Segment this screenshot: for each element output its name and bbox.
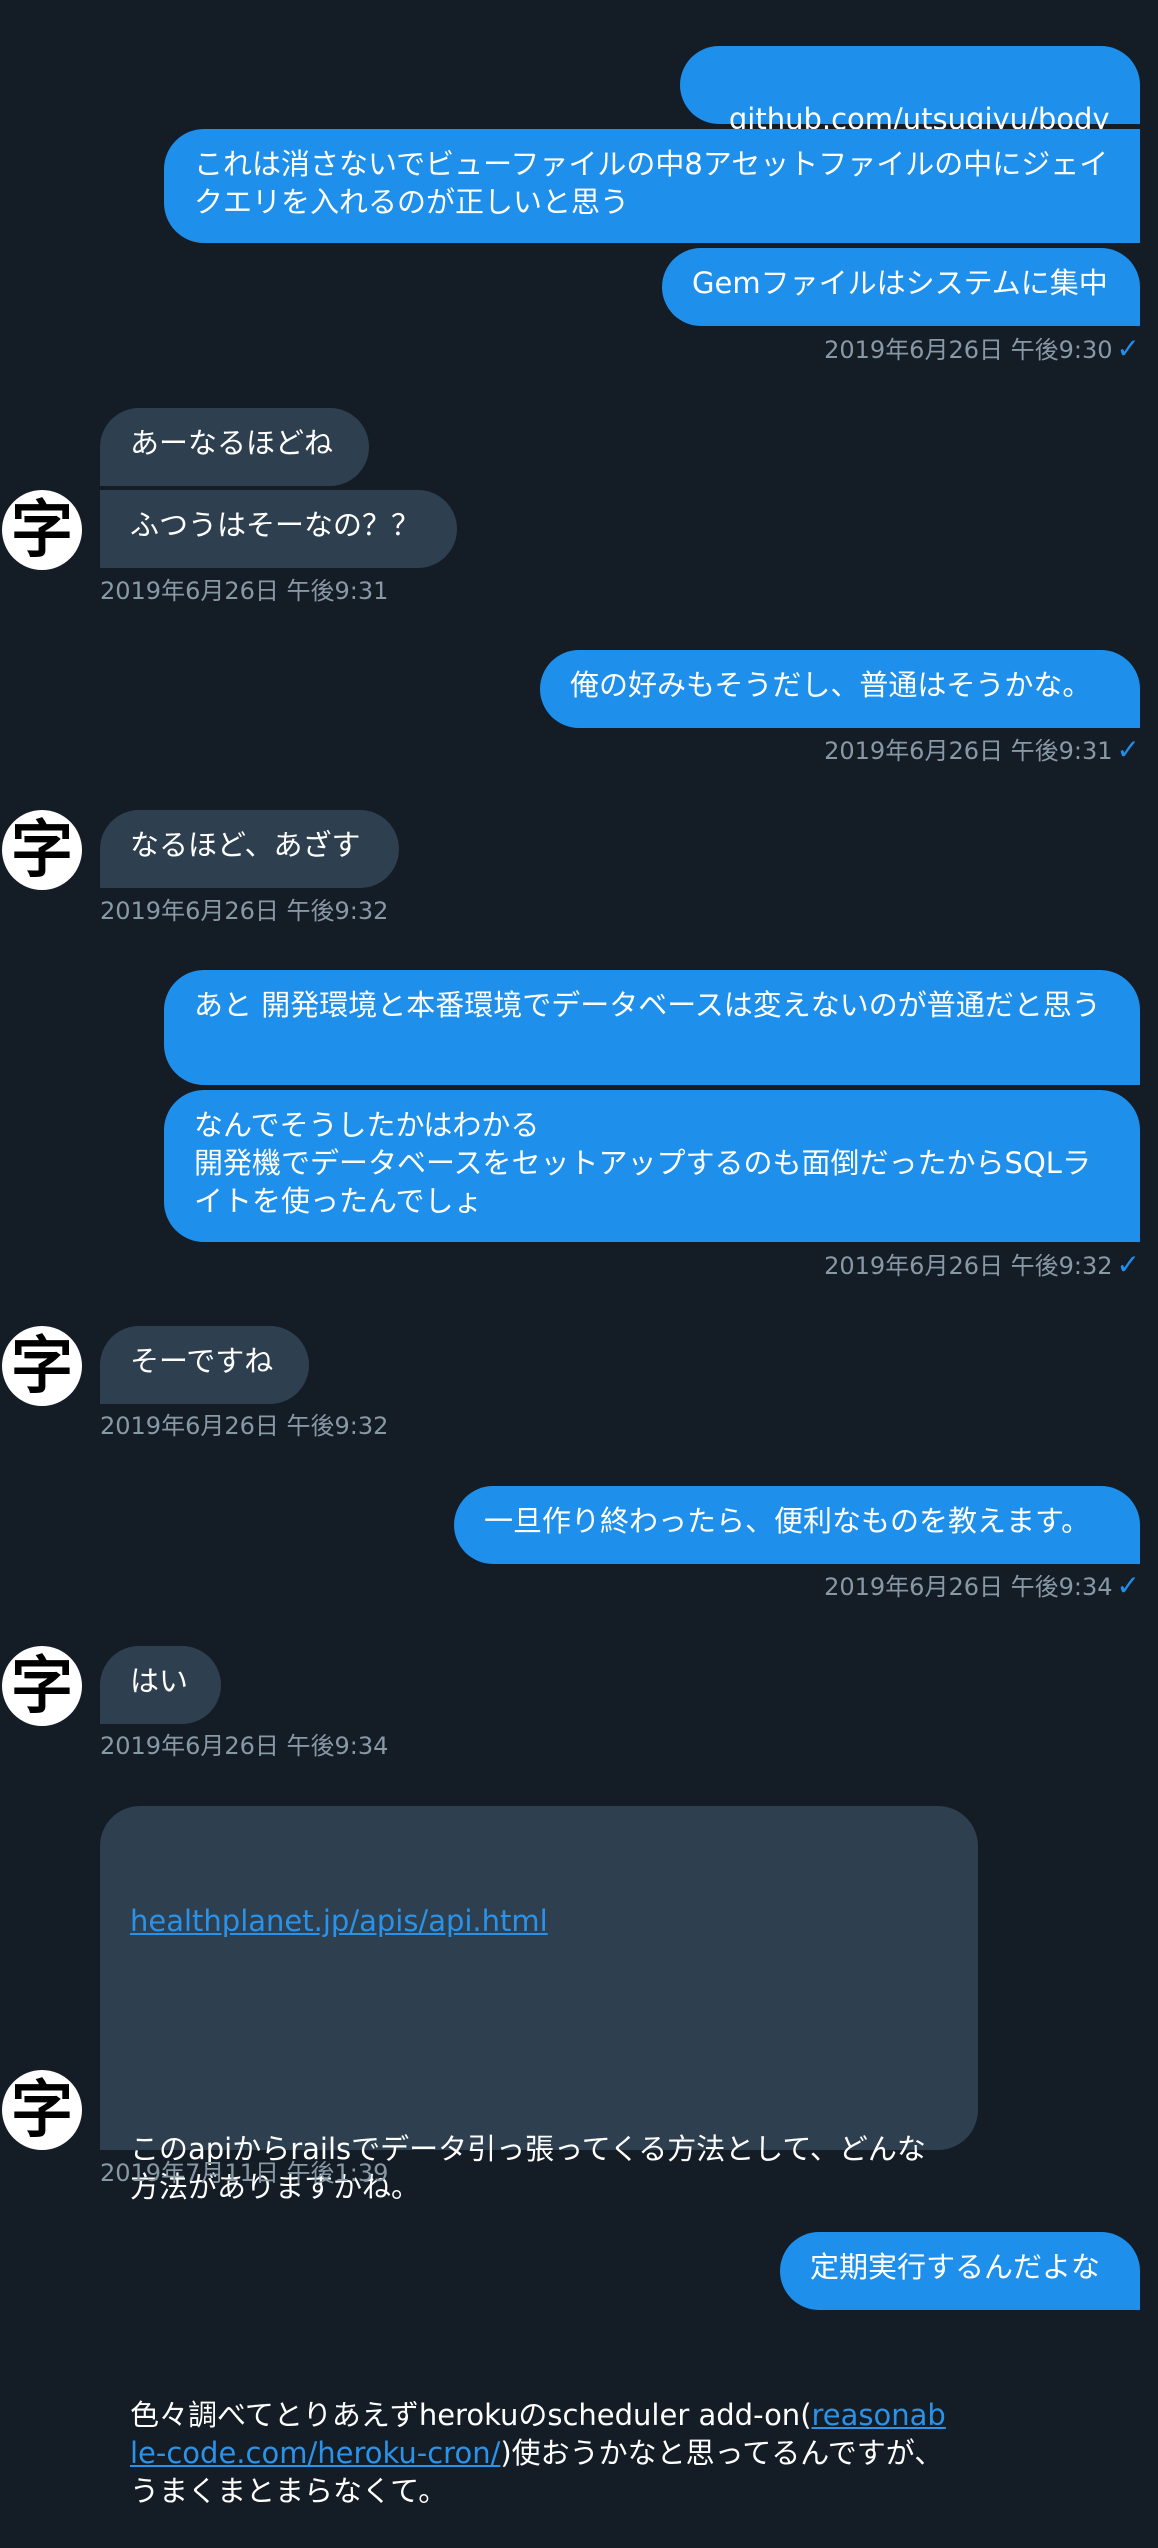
message-bubble-outgoing[interactable]: 一旦作り終わったら、便利なものを教えます。	[454, 1486, 1140, 1564]
message-paragraph: 色々調べてとりあえずherokuのscheduler add-on(reason…	[130, 2396, 948, 2510]
message-bubble-outgoing[interactable]: なんでそうしたかはわかる 開発機でデータベースをセットアップするのも面倒だったか…	[164, 1090, 1140, 1242]
message-bubble-incoming[interactable]: healthplanet.jp/apis/api.html このapiからrai…	[100, 1806, 978, 2508]
message-timestamp: 2019年6月26日 午後9:34	[100, 1732, 389, 1760]
message-timestamp: 2019年6月26日 午後9:32	[100, 1412, 389, 1440]
message-bubble-incoming[interactable]: ふつうはそーなの？？	[100, 490, 457, 568]
avatar[interactable]: 字	[2, 810, 82, 890]
timestamp-text: 2019年6月26日 午後9:31	[824, 737, 1113, 765]
message-timestamp: 2019年6月26日 午後9:32 ✓	[824, 1250, 1140, 1281]
message-timestamp: 2019年6月26日 午後9:30 ✓	[824, 334, 1140, 365]
message-timestamp: 2019年7月11日 午後1:39	[100, 2159, 389, 2187]
read-check-icon: ✓	[1116, 1248, 1140, 1281]
message-timestamp: 2019年6月26日 午後9:34 ✓	[824, 1571, 1140, 1602]
message-bubble-incoming[interactable]: あーなるほどね	[100, 408, 369, 486]
avatar[interactable]: 字	[2, 490, 82, 570]
avatar[interactable]: 字	[2, 2070, 82, 2150]
message-bubble-outgoing[interactable]: あと 開発環境と本番環境でデータベースは変えないのが普通だと思う	[164, 970, 1140, 1085]
paragraph-text: 色々調べてとりあえずherokuのscheduler add-on(	[130, 2398, 812, 2432]
message-bubble-outgoing[interactable]: Gemファイルはシステムに集中	[662, 248, 1140, 326]
timestamp-text: 2019年6月26日 午後9:34	[824, 1573, 1113, 1601]
message-link[interactable]: healthplanet.jp/apis/api.html	[130, 1904, 548, 1938]
message-timestamp: 2019年6月26日 午後9:31 ✓	[824, 735, 1140, 766]
read-check-icon: ✓	[1116, 1569, 1140, 1602]
message-bubble-outgoing[interactable]: 定期実行するんだよな	[780, 2232, 1140, 2310]
message-timestamp: 2019年6月26日 午後9:32	[100, 897, 389, 925]
read-check-icon: ✓	[1116, 332, 1140, 365]
timestamp-text: 2019年6月26日 午後9:32	[824, 1252, 1113, 1280]
message-bubble-incoming[interactable]: はい	[100, 1646, 221, 1724]
message-bubble-outgoing[interactable]: これは消さないでビューファイルの中8アセットファイルの中にジェイクエリを入れるの…	[164, 129, 1140, 243]
message-bubble-incoming[interactable]: そーですね	[100, 1326, 309, 1404]
message-bubble-incoming[interactable]: なるほど、あざす	[100, 810, 399, 888]
message-timestamp: 2019年6月26日 午後9:31	[100, 577, 389, 605]
message-bubble-outgoing[interactable]: 俺の好みもそうだし、普通はそうかな。	[540, 650, 1140, 728]
read-check-icon: ✓	[1116, 733, 1140, 766]
message-bubble-outgoing[interactable]: github.com/utsugiyu/body_…	[680, 46, 1140, 174]
timestamp-text: 2019年6月26日 午後9:30	[824, 336, 1113, 364]
avatar[interactable]: 字	[2, 1646, 82, 1726]
avatar[interactable]: 字	[2, 1326, 82, 1406]
